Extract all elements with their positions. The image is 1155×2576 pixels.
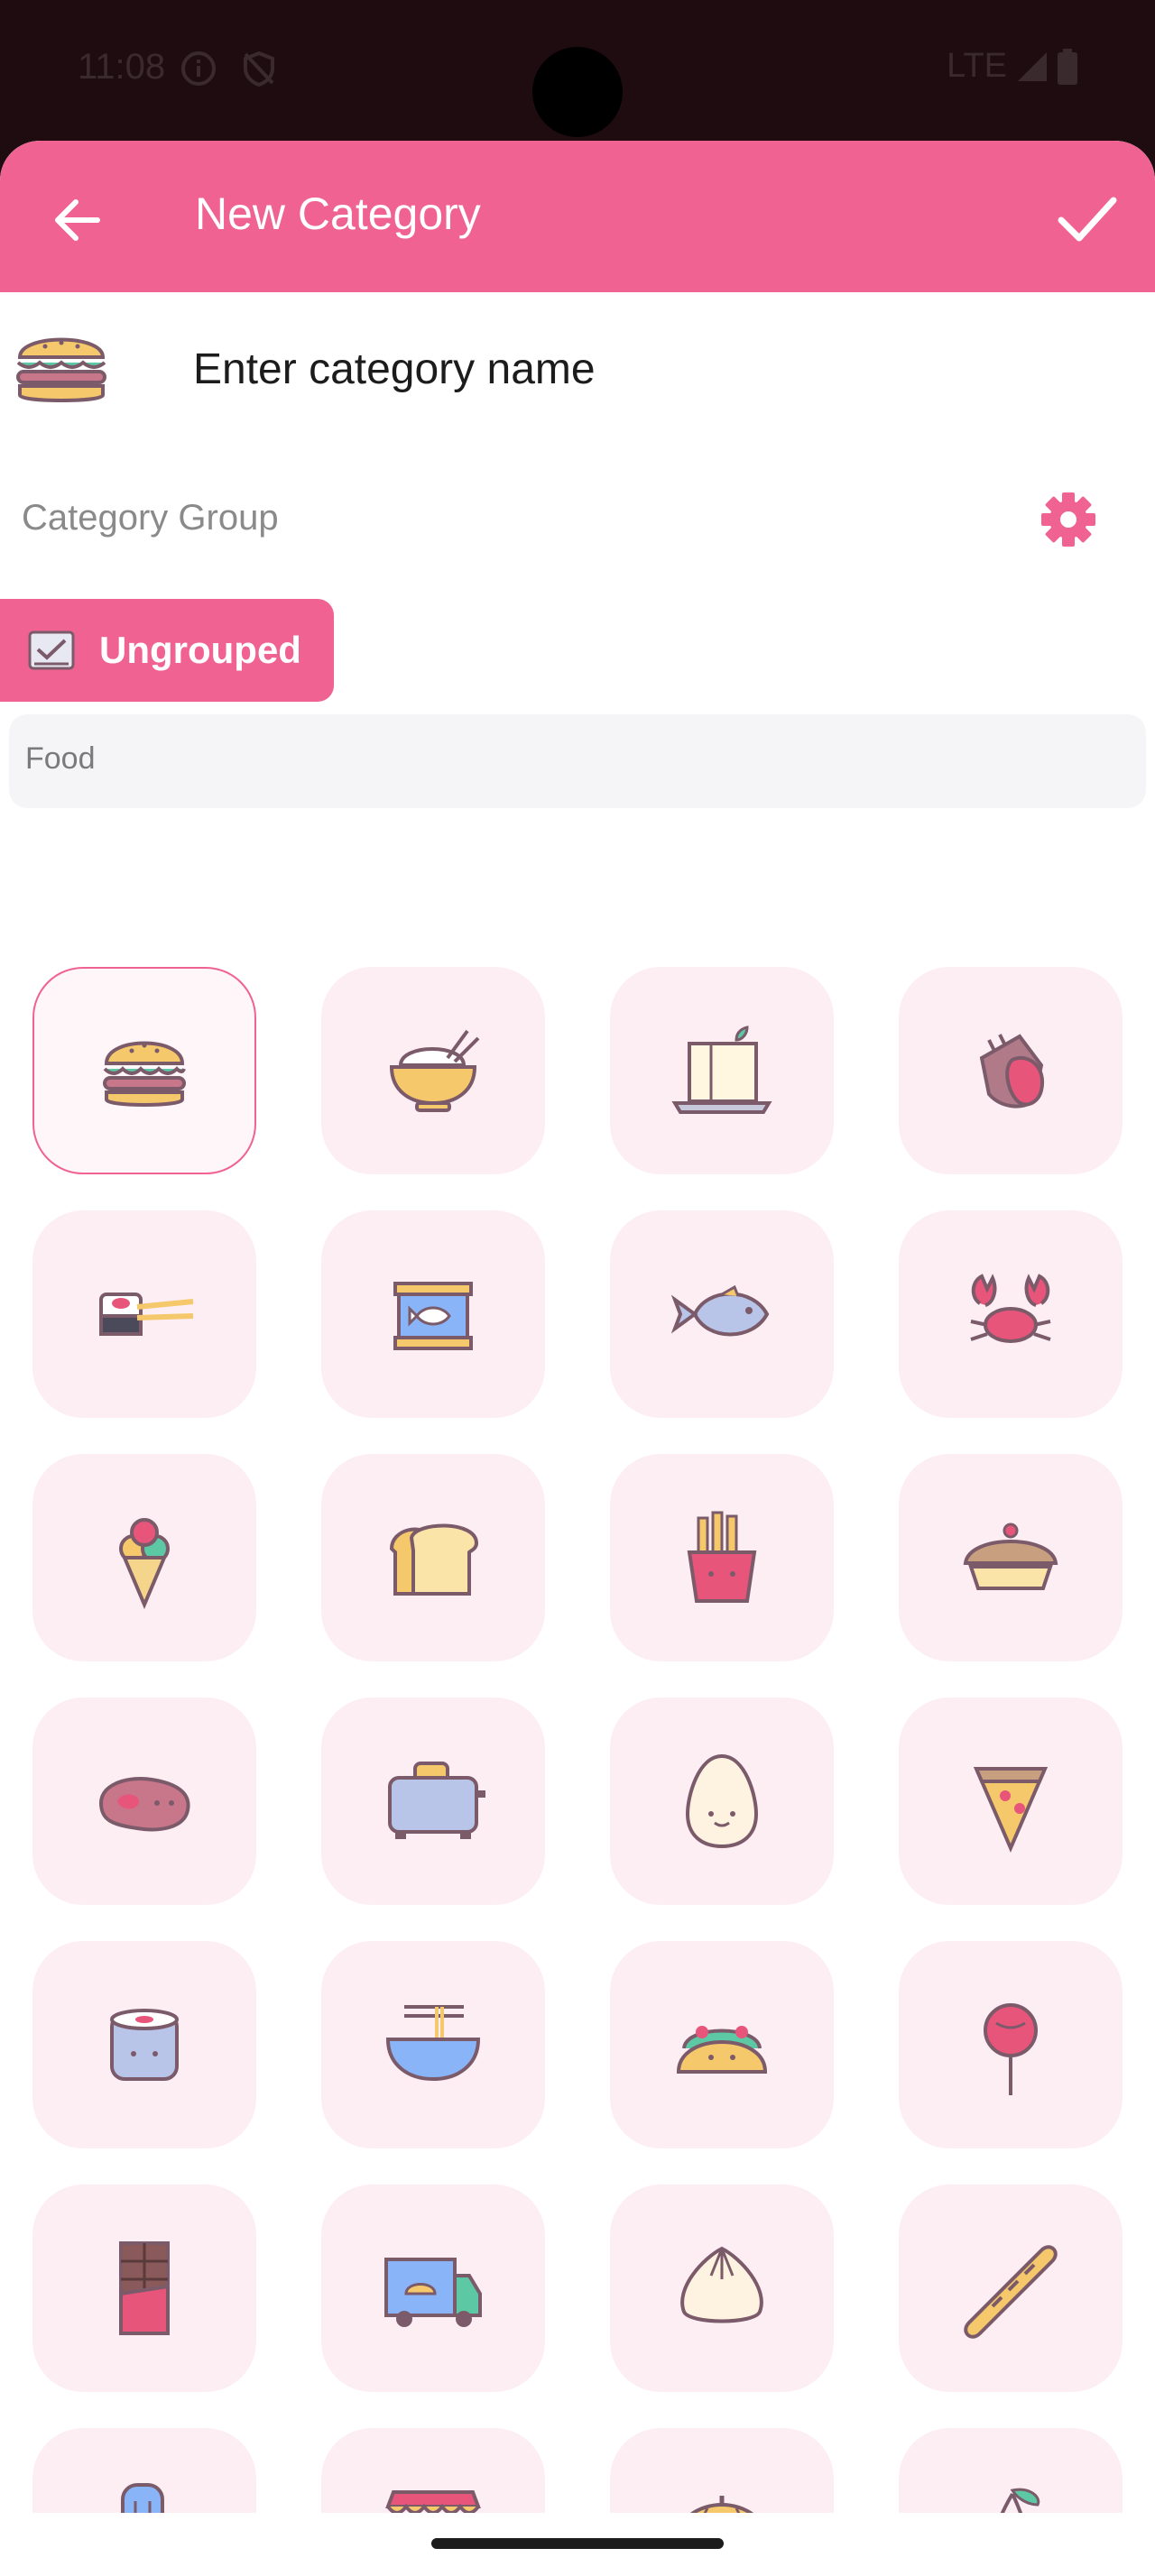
icon-tile-canned-fish[interactable] (321, 1210, 545, 1418)
pie-icon (963, 1523, 1058, 1590)
category-burger-icon[interactable] (9, 321, 114, 411)
fries-icon (687, 1511, 757, 1603)
icon-tile-rice-bowl[interactable] (321, 967, 545, 1174)
fish-icon (670, 1284, 770, 1337)
canned-fish-icon (393, 1282, 473, 1350)
navigation-bar (0, 2513, 1155, 2576)
gear-icon[interactable] (1038, 489, 1099, 550)
shield-off-icon (244, 51, 274, 87)
new-category-screen: New Category Category Group (0, 141, 1155, 2576)
network-type: LTE (947, 47, 1007, 85)
icon-tile-dumpling[interactable] (610, 2185, 834, 2392)
icon-tile-fish[interactable] (610, 1210, 834, 1418)
food-section-header: Food (9, 714, 1146, 808)
icon-tile-burger[interactable] (32, 967, 256, 1174)
inbox-icon (28, 630, 75, 670)
info-icon (181, 51, 216, 86)
app-bar: New Category (0, 141, 1155, 292)
icon-tile-chocolate-bar[interactable] (32, 2185, 256, 2392)
icon-tile-pizza-slice[interactable] (899, 1697, 1123, 1905)
sushi-roll-icon (110, 2009, 179, 2081)
icon-tile-noodles[interactable] (321, 1941, 545, 2148)
steak-icon (98, 1777, 190, 1832)
food-truck-icon (384, 2258, 482, 2327)
icon-tile-sushi-chopsticks[interactable] (32, 1210, 256, 1418)
rice-bowl-icon (389, 1029, 480, 1112)
camera-cutout (532, 47, 623, 137)
baguette-icon (964, 2245, 1058, 2339)
taco-icon (676, 2026, 768, 2074)
icon-tile-baguette[interactable] (899, 2185, 1123, 2392)
status-bar: 11:08 LTE (0, 0, 1155, 141)
crab-icon (970, 1274, 1051, 1343)
sushi-chopsticks-icon (99, 1293, 194, 1336)
status-time: 11:08 (78, 47, 166, 87)
lollipop-icon (984, 2003, 1038, 2095)
page-title: New Category (195, 189, 481, 239)
tofu-icon (671, 1026, 772, 1114)
icon-tile-crab[interactable] (899, 1210, 1123, 1418)
toaster-icon (388, 1762, 485, 1839)
icon-tile-sushi-roll[interactable] (32, 1941, 256, 2148)
icon-tile-lollipop[interactable] (899, 1941, 1123, 2148)
food-section-title: Food (25, 741, 96, 776)
egg-icon (685, 1753, 759, 1849)
icon-tile-fries[interactable] (610, 1454, 834, 1661)
save-check-icon[interactable] (1056, 189, 1119, 247)
icon-tile-taco[interactable] (610, 1941, 834, 2148)
ice-cream-icon (119, 1518, 170, 1610)
meat-ribs-icon (979, 1034, 1045, 1109)
icon-tile-pie[interactable] (899, 1454, 1123, 1661)
signal-icon (1018, 51, 1047, 81)
home-gesture-handle[interactable] (431, 2538, 724, 2549)
status-right: LTE (947, 47, 1077, 86)
icon-tile-bread[interactable] (321, 1454, 545, 1661)
phone-screen: 11:08 LTE New Category Enter category na… (0, 0, 1155, 2576)
chocolate-bar-icon (119, 2241, 170, 2335)
icon-tile-steak[interactable] (32, 1697, 256, 1905)
pizza-slice-icon (973, 1767, 1049, 1854)
icon-tile-ice-cream[interactable] (32, 1454, 256, 1661)
icon-tile-meat-ribs[interactable] (899, 967, 1123, 1174)
icon-tile-tofu[interactable] (610, 967, 834, 1174)
burger-icon (103, 1041, 186, 1107)
category-group-label: Category Group (22, 498, 279, 538)
ungrouped-chip-label: Ungrouped (99, 629, 301, 671)
category-name-input[interactable] (193, 345, 1005, 394)
dumpling-icon (680, 2246, 763, 2323)
category-name-row (0, 312, 1155, 420)
noodles-icon (385, 2005, 481, 2082)
icon-tile-egg[interactable] (610, 1697, 834, 1905)
icon-tile-food-truck[interactable] (321, 2185, 545, 2392)
icon-tile-toaster[interactable] (321, 1697, 545, 1905)
bread-icon (389, 1523, 479, 1596)
ungrouped-chip[interactable]: Ungrouped (0, 599, 334, 702)
battery-icon (1058, 48, 1077, 85)
back-arrow-icon[interactable] (49, 191, 106, 249)
